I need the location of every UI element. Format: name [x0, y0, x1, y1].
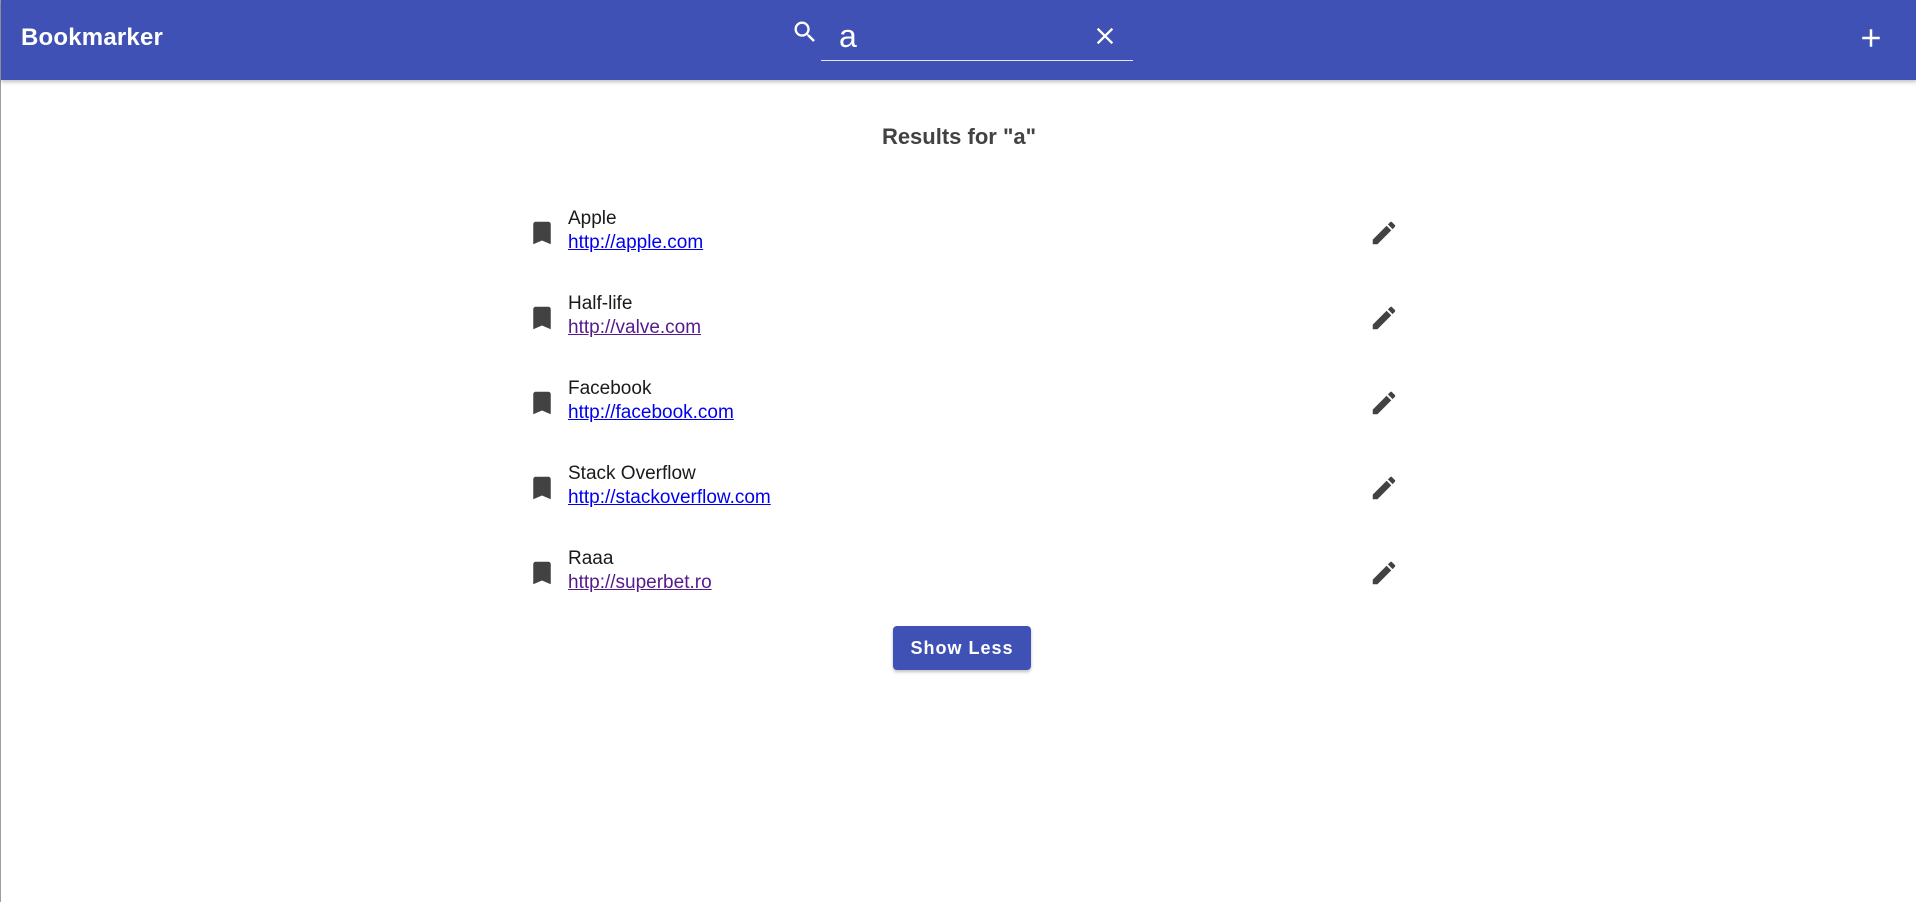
bookmark-list-item: Half-life http://valve.com: [521, 285, 1401, 370]
search-field: [821, 12, 1133, 61]
bookmark-list-item: Raaa http://superbet.ro: [521, 540, 1401, 625]
edit-icon[interactable]: [1369, 558, 1399, 588]
bookmark-title: Apple: [568, 208, 617, 229]
bookmark-title: Stack Overflow: [568, 463, 696, 484]
bookmark-list-item: Apple http://apple.com: [521, 200, 1401, 285]
search-icon: [794, 21, 815, 42]
bookmark-url-link[interactable]: http://apple.com: [568, 232, 703, 254]
bookmark-title: Facebook: [568, 378, 652, 399]
top-toolbar: Bookmarker: [1, 0, 1916, 80]
bookmark-title: Half-life: [568, 293, 633, 314]
bookmark-list-item: Stack Overflow http://stackoverflow.com: [521, 455, 1401, 540]
edit-icon[interactable]: [1369, 388, 1399, 418]
search-input[interactable]: [839, 18, 1069, 54]
bookmark-title: Raaa: [568, 548, 614, 569]
add-icon[interactable]: [1856, 23, 1886, 53]
show-less-button[interactable]: Show Less: [893, 626, 1031, 670]
edit-icon[interactable]: [1369, 473, 1399, 503]
app-title: Bookmarker: [21, 24, 164, 51]
edit-icon[interactable]: [1369, 218, 1399, 248]
bookmark-icon: [533, 476, 551, 500]
results-heading: Results for "a": [881, 124, 1037, 149]
close-icon[interactable]: [1091, 22, 1119, 50]
bookmark-url-link[interactable]: http://superbet.ro: [568, 572, 712, 594]
edit-icon[interactable]: [1369, 303, 1399, 333]
bookmark-list: Apple http://apple.com Half-life http://…: [521, 200, 1401, 625]
bookmark-icon: [533, 221, 551, 245]
bookmark-list-item: Facebook http://facebook.com: [521, 370, 1401, 455]
app-window: Bookmarker Results for "a" Apple http://…: [0, 0, 1916, 902]
bookmark-url-link[interactable]: http://stackoverflow.com: [568, 487, 771, 509]
bookmark-url-link[interactable]: http://facebook.com: [568, 402, 734, 424]
bookmark-icon: [533, 391, 551, 415]
bookmark-icon: [533, 306, 551, 330]
bookmark-icon: [533, 561, 551, 585]
bookmark-url-link[interactable]: http://valve.com: [568, 317, 701, 339]
